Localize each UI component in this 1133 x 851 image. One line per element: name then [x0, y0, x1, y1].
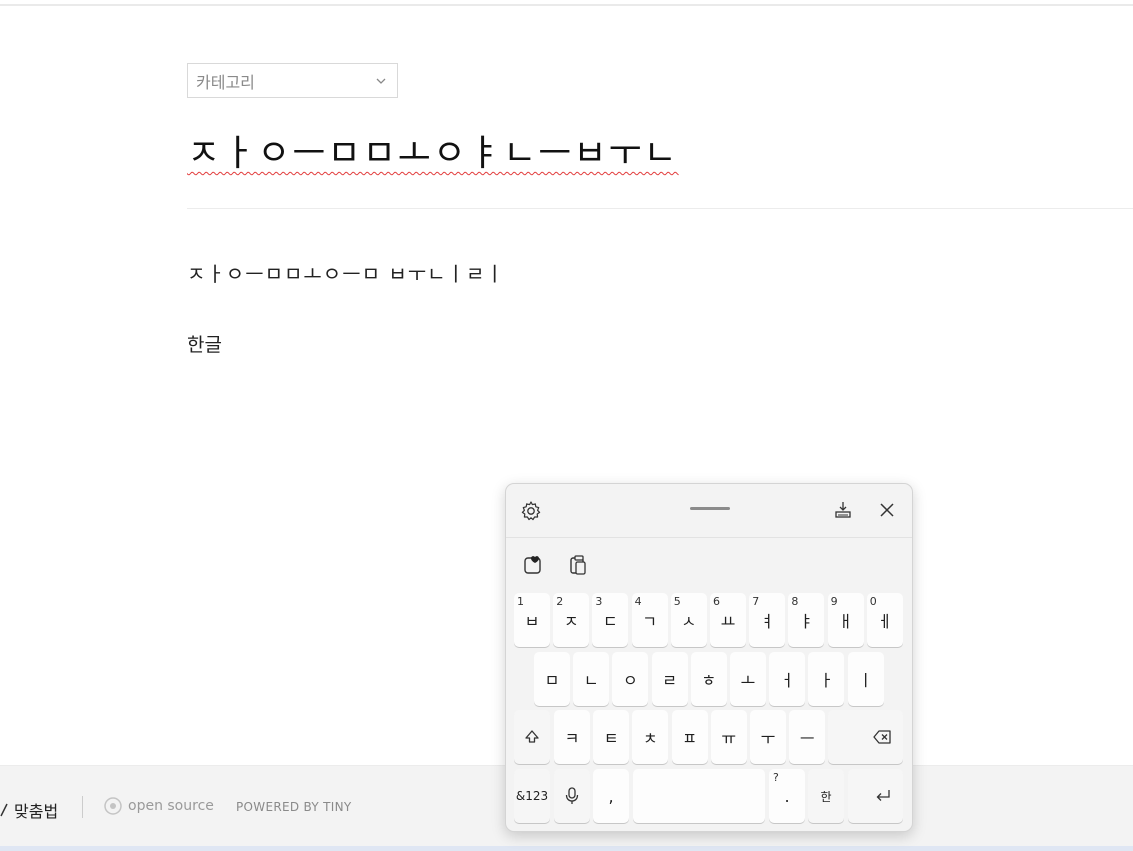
period-key[interactable]: ? . — [769, 769, 805, 823]
key-9[interactable]: 9ㅐ — [827, 593, 864, 647]
key-row3-1[interactable]: ㅌ — [593, 710, 630, 764]
key-row2-3[interactable]: ㄹ — [651, 652, 688, 706]
key-row2-7[interactable]: ㅏ — [808, 652, 845, 706]
shift-icon — [525, 730, 539, 743]
period-secondary-label: ? — [773, 771, 779, 784]
key-6[interactable]: 6ㅛ — [710, 593, 746, 647]
space-key[interactable] — [633, 769, 765, 823]
emoji-icon[interactable] — [522, 554, 544, 576]
category-label: 카테고리 — [196, 72, 255, 92]
key-2[interactable]: 2ㅈ — [553, 593, 590, 647]
key-row3-5[interactable]: ㅜ — [750, 710, 786, 764]
key-number-label: 7 — [752, 595, 760, 608]
spellcheck-button[interactable]: 맞춤법 — [0, 798, 58, 822]
key-char-label: ㅔ — [877, 612, 893, 631]
key-char-label: ㅈ — [563, 612, 579, 631]
keyboard-title-bar — [506, 484, 912, 538]
backspace-key[interactable] — [828, 710, 903, 764]
key-row2-8[interactable]: ㅣ — [847, 652, 884, 706]
key-row3-3[interactable]: ㅍ — [671, 710, 708, 764]
key-char-label: ㅑ — [799, 612, 814, 631]
key-char-label: ㅕ — [759, 612, 775, 631]
powered-by-tiny-link[interactable]: POWERED BY TINY — [236, 800, 352, 814]
touch-keyboard: 1ㅂ2ㅈ3ㄷ4ㄱ5ㅅ6ㅛ7ㅕ8ㅑ9ㅐ0ㅔ ㅁㄴㅇㄹㅎㅗㅓㅏㅣ ㅋㅌㅊㅍㅠㅜㅡ &… — [505, 483, 913, 832]
key-number-label: 5 — [673, 595, 681, 608]
key-row2-6[interactable]: ㅓ — [769, 652, 806, 706]
footer-separator — [82, 796, 83, 818]
key-number-label: 4 — [634, 595, 642, 608]
comma-key[interactable]: , — [593, 769, 629, 823]
drag-handle[interactable] — [690, 507, 730, 510]
key-number-label: 0 — [869, 595, 877, 608]
key-char-label: ㅂ — [524, 612, 540, 631]
check-icon — [0, 803, 8, 817]
key-row2-2[interactable]: ㅇ — [612, 652, 649, 706]
language-key[interactable]: 한 — [808, 769, 844, 823]
open-source-icon — [104, 797, 122, 815]
key-char-label: ㅛ — [720, 612, 736, 631]
key-row3-2[interactable]: ㅊ — [632, 710, 669, 764]
key-0[interactable]: 0ㅔ — [866, 593, 903, 647]
key-3[interactable]: 3ㄷ — [592, 593, 629, 647]
open-source-label: open source — [128, 798, 214, 814]
key-row2-5[interactable]: ㅗ — [730, 652, 766, 706]
chevron-down-icon — [376, 78, 386, 84]
enter-icon — [876, 790, 890, 801]
body-paragraph[interactable]: 한글 — [187, 330, 222, 357]
key-number-label: 6 — [713, 595, 720, 608]
key-char-label: ㄱ — [642, 612, 657, 631]
period-label: . — [784, 786, 790, 806]
key-char-label: ㅅ — [681, 612, 697, 631]
top-divider — [0, 4, 1133, 6]
clipboard-icon[interactable] — [567, 554, 589, 576]
key-7[interactable]: 7ㅕ — [749, 593, 786, 647]
key-number-label: 1 — [517, 595, 524, 608]
key-4[interactable]: 4ㄱ — [631, 593, 668, 647]
key-char-label: ㄷ — [603, 612, 618, 631]
key-row3-4[interactable]: ㅠ — [710, 710, 747, 764]
key-row2-1[interactable]: ㄴ — [573, 652, 610, 706]
window-bottom-border — [0, 846, 1133, 851]
key-1[interactable]: 1ㅂ — [514, 593, 550, 647]
title-divider — [187, 208, 1133, 209]
key-char-label: ㅐ — [838, 612, 853, 631]
key-row2-4[interactable]: ㅎ — [690, 652, 727, 706]
post-title[interactable]: ㅈㅏㅇㅡㅁㅁㅗㅇㅑㄴㅡㅂㅜㄴ — [187, 124, 679, 174]
body-paragraph[interactable]: ㅈㅏㅇㅡㅁㅁㅗㅇㅡㅁ ㅂㅜㄴㅣㄹㅣ — [187, 258, 505, 287]
key-row3-6[interactable]: ㅡ — [789, 710, 826, 764]
microphone-key[interactable] — [554, 769, 590, 823]
open-source-link[interactable]: open source — [104, 797, 214, 815]
dock-icon[interactable] — [833, 500, 853, 520]
key-number-label: 2 — [556, 595, 564, 608]
spellcheck-label: 맞춤법 — [14, 802, 59, 821]
symbols-key[interactable]: &123 — [514, 769, 550, 823]
enter-key[interactable] — [848, 769, 903, 823]
close-icon[interactable] — [877, 500, 897, 520]
backspace-icon — [873, 730, 891, 744]
key-number-label: 3 — [595, 595, 603, 608]
key-row3-0[interactable]: ㅋ — [554, 710, 590, 764]
key-5[interactable]: 5ㅅ — [670, 593, 707, 647]
key-8[interactable]: 8ㅑ — [788, 593, 825, 647]
key-row2-0[interactable]: ㅁ — [534, 652, 570, 706]
category-select[interactable]: 카테고리 — [187, 63, 398, 98]
key-number-label: 8 — [791, 595, 799, 608]
shift-key[interactable] — [514, 710, 550, 764]
gear-icon[interactable] — [520, 500, 542, 522]
key-number-label: 9 — [830, 595, 838, 608]
microphone-icon — [565, 787, 579, 804]
